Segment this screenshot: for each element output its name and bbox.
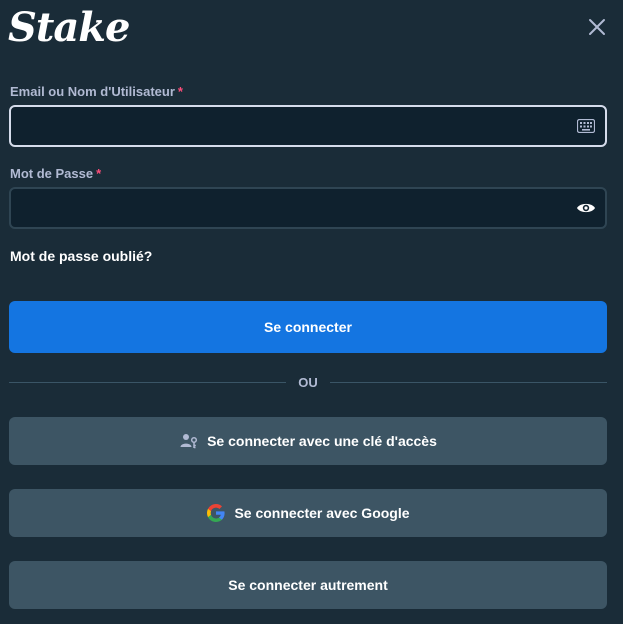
divider-line-right: [329, 381, 607, 383]
username-label-text: Email ou Nom d'Utilisateur: [10, 84, 175, 99]
username-field-wrapper: [9, 105, 607, 147]
google-login-button[interactable]: Se connecter avec Google: [9, 489, 607, 537]
google-icon: [206, 503, 226, 523]
forgot-password-link[interactable]: Mot de passe oublié?: [10, 248, 152, 264]
other-login-button[interactable]: Se connecter autrement: [9, 561, 607, 609]
close-button[interactable]: [584, 14, 610, 40]
login-button[interactable]: Se connecter: [9, 301, 607, 353]
password-field-wrapper: [9, 187, 607, 229]
password-label-text: Mot de Passe: [10, 166, 94, 181]
keyboard-icon[interactable]: [575, 115, 597, 137]
password-label: Mot de Passe *: [10, 166, 101, 181]
required-mark: *: [177, 84, 183, 99]
required-mark: *: [96, 166, 102, 181]
google-button-label: Se connecter avec Google: [234, 505, 410, 521]
or-divider: OU: [9, 372, 607, 392]
login-button-label: Se connecter: [264, 319, 352, 335]
passkey-button-label: Se connecter avec une clé d'accès: [207, 433, 437, 449]
other-button-label: Se connecter autrement: [228, 577, 388, 593]
divider-line-left: [9, 381, 287, 383]
username-input[interactable]: [11, 107, 605, 145]
password-input[interactable]: [11, 189, 605, 227]
divider-text: OU: [298, 374, 318, 390]
username-label: Email ou Nom d'Utilisateur *: [10, 84, 183, 99]
login-modal: Stake Email ou Nom d'Utilisateur * Mot d…: [0, 0, 623, 624]
passkey-icon: [179, 431, 199, 451]
close-icon: [589, 19, 605, 35]
eye-icon[interactable]: [575, 197, 597, 219]
stake-logo: Stake: [8, 4, 130, 51]
passkey-login-button[interactable]: Se connecter avec une clé d'accès: [9, 417, 607, 465]
